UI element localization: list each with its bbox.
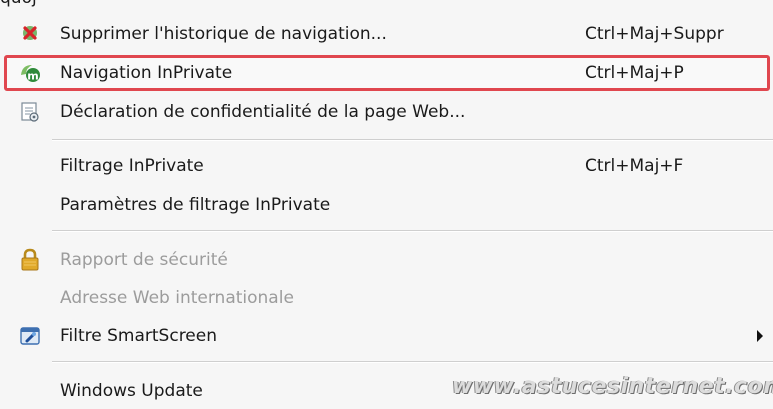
privacy-report-icon <box>18 100 42 124</box>
menu-item-label: Adresse Web internationale <box>60 288 294 308</box>
menu-item-inprivate[interactable]: m Navigation InPrivate Ctrl+Maj+P <box>0 55 773 91</box>
lock-icon <box>18 248 42 272</box>
menu-separator <box>52 230 773 232</box>
context-menu: quoj Supprimer l'historique de navigatio… <box>0 0 773 407</box>
menu-item-security-report: Rapport de sécurité <box>0 242 773 278</box>
menu-item-inprivate-filtering-settings[interactable]: Paramètres de filtrage InPrivate <box>0 187 773 223</box>
menu-item-label: Windows Update <box>60 381 203 401</box>
menu-item-shortcut: Ctrl+Maj+Suppr <box>585 24 724 44</box>
svg-text:m: m <box>27 70 38 83</box>
menu-item-label: Filtrage InPrivate <box>60 156 204 176</box>
menu-separator <box>52 361 773 363</box>
smartscreen-icon <box>18 324 42 348</box>
menu-item-shortcut: Ctrl+Maj+P <box>585 63 684 83</box>
menu-item-label: Déclaration de confidentialité de la pag… <box>60 102 466 122</box>
menu-item-label: Paramètres de filtrage InPrivate <box>60 195 331 215</box>
menu-item-label: Filtre SmartScreen <box>60 326 218 346</box>
clipped-text: quoj <box>0 0 37 8</box>
menu-item-international-address: Adresse Web internationale <box>0 280 773 316</box>
menu-item-label: Rapport de sécurité <box>60 250 228 270</box>
delete-history-icon <box>18 22 42 46</box>
watermark: www.astucesinternet.com <box>452 374 773 399</box>
menu-item-inprivate-filtering[interactable]: Filtrage InPrivate Ctrl+Maj+F <box>0 148 773 184</box>
menu-item-privacy-report[interactable]: Déclaration de confidentialité de la pag… <box>0 94 773 130</box>
menu-item-smartscreen[interactable]: Filtre SmartScreen <box>0 318 773 354</box>
inprivate-icon: m <box>18 61 42 85</box>
menu-item-shortcut: Ctrl+Maj+F <box>585 156 684 176</box>
menu-item-label: Supprimer l'historique de navigation... <box>60 24 387 44</box>
menu-separator <box>52 139 773 141</box>
menu-item-label: Navigation InPrivate <box>60 63 233 83</box>
menu-item-delete-history[interactable]: Supprimer l'historique de navigation... … <box>0 16 773 52</box>
submenu-arrow-icon <box>757 330 763 342</box>
